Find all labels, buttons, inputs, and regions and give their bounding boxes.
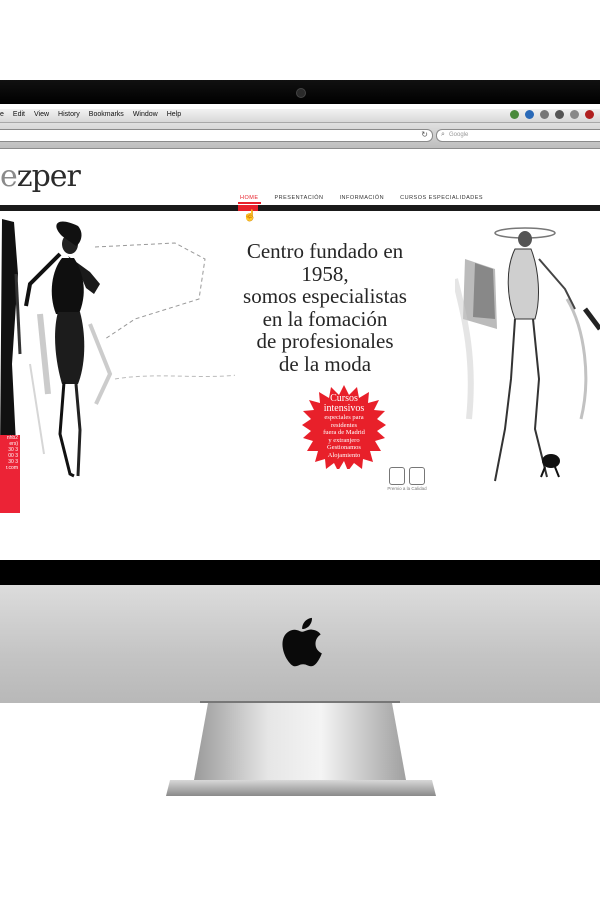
fashion-sketch-right [455, 227, 600, 482]
menu-file[interactable]: e [0, 111, 4, 118]
menu-history[interactable]: History [58, 111, 80, 118]
search-input[interactable]: ⌕ Google [436, 129, 600, 142]
menu-window[interactable]: Window [133, 111, 158, 118]
contact-box[interactable]: nhb2 ers) 30 3 00 3 30 3 r.com [0, 435, 20, 513]
wifi-icon[interactable] [570, 110, 579, 119]
reload-icon[interactable]: ↻ [421, 130, 428, 139]
battery-icon[interactable] [585, 110, 594, 119]
badge-line: y extranjero [328, 436, 360, 444]
web-page: ezper HOME PRESENTACIÓN INFORMACIÓN CURS… [0, 149, 600, 560]
badge-line: especiales para [324, 414, 364, 421]
browser-toolbar: ↻ ⌕ Google [0, 123, 600, 149]
imac-mockup: e Edit View History Bookmarks Window Hel… [0, 0, 600, 900]
nav-divider [0, 205, 600, 211]
address-bar[interactable]: ↻ [0, 129, 433, 142]
menu-view[interactable]: View [34, 111, 49, 118]
menu-bookmarks[interactable]: Bookmarks [89, 111, 124, 118]
badge-line: Alojamiento [327, 451, 361, 459]
network-icon[interactable] [525, 110, 534, 119]
browser-menubar: e Edit View History Bookmarks Window Hel… [0, 109, 600, 123]
award-caption: Premio a la Calidad [387, 486, 427, 491]
dashed-decoration [95, 242, 235, 380]
hero-headline: Centro fundado en 1958, somos especialis… [220, 240, 430, 375]
search-icon: ⌕ [441, 131, 445, 138]
bluetooth-icon[interactable] [540, 110, 549, 119]
main-nav: HOME PRESENTACIÓN INFORMACIÓN CURSOS ESP… [238, 194, 485, 204]
badge-line: residentes [331, 421, 357, 429]
badge-line: intensivos [323, 403, 365, 414]
headline-line-1: Centro fundado en [246, 239, 404, 263]
badge-line: Gestionamos [327, 444, 361, 451]
monitor-stand [166, 701, 436, 796]
contact-line: r.com [5, 465, 18, 471]
quality-award: Premio a la Calidad [384, 467, 430, 491]
award-crest-icon [409, 467, 425, 485]
apple-logo-icon [282, 617, 322, 667]
headline-line-3: somos especialistas [243, 284, 407, 308]
headline-line-6: de la moda [278, 351, 372, 376]
mouse-cursor-icon: ☝ [243, 210, 257, 222]
camera-icon [296, 88, 306, 98]
monitor-bottom-bezel [0, 560, 600, 585]
nav-informacion[interactable]: INFORMACIÓN [338, 194, 387, 204]
logo-text: zper [16, 159, 81, 194]
headline-line-4: en la fomación [262, 306, 388, 331]
award-seal-icon [389, 467, 405, 485]
nav-cursos[interactable]: CURSOS ESPECIALIDADES [398, 194, 485, 204]
nav-presentacion[interactable]: PRESENTACIÓN [273, 194, 326, 204]
search-placeholder: Google [449, 132, 469, 138]
menu-help[interactable]: Help [167, 111, 181, 118]
volume-icon[interactable] [555, 110, 564, 119]
site-logo[interactable]: ezper [0, 159, 81, 194]
menu-items: e Edit View History Bookmarks Window Hel… [0, 111, 181, 118]
headline-line-5: de profesionales [256, 329, 394, 353]
badge-line: fuera de Madrid [323, 429, 365, 436]
status-icon[interactable] [510, 110, 519, 119]
headline-line-2: 1958, [301, 261, 349, 286]
logo-letter: e [0, 159, 18, 194]
menu-edit[interactable]: Edit [13, 111, 25, 118]
nav-home[interactable]: HOME [238, 194, 261, 204]
badge-text: Cursos intensivos especiales para reside… [302, 394, 386, 459]
system-tray [510, 110, 594, 119]
